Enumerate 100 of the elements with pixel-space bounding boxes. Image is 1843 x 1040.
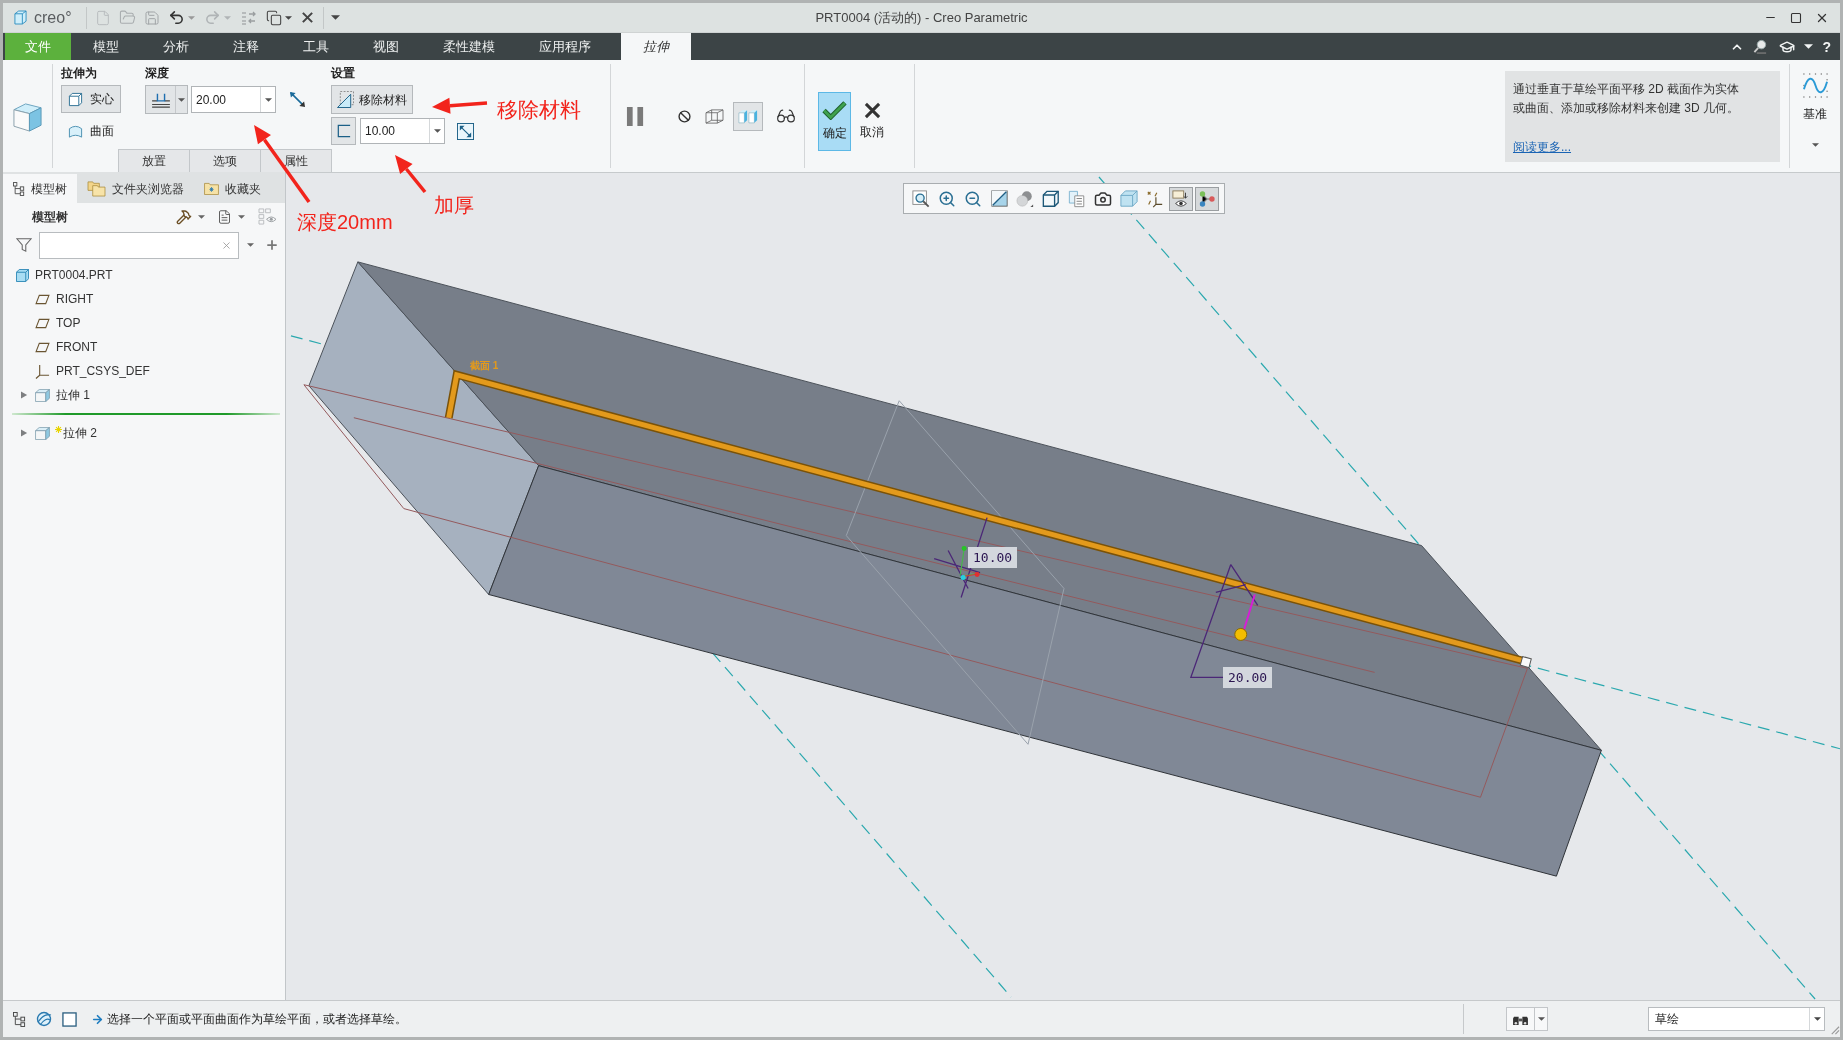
plane-icon (35, 293, 50, 305)
cube-icon (16, 268, 29, 282)
window-square-icon[interactable] (62, 1011, 77, 1027)
caret-icon[interactable] (264, 97, 272, 102)
depth-field[interactable]: 20.00 (191, 86, 276, 113)
remove-material-icon (337, 91, 354, 108)
menu-tab[interactable]: 分析 (141, 33, 211, 60)
panel-tab[interactable]: 模型树 (3, 174, 77, 203)
hammer-icon[interactable] (176, 208, 192, 225)
read-more-link[interactable]: 阅读更多... (1513, 138, 1571, 156)
screen-eye-icon (1172, 189, 1190, 208)
annotation-display-button[interactable] (1169, 186, 1193, 211)
extrude-type-toggle[interactable]: 曲面 (61, 117, 121, 145)
caret-icon[interactable] (238, 214, 245, 219)
tree-nodes-icon[interactable] (13, 1011, 26, 1027)
check-icon (822, 101, 847, 120)
cube-outline-icon (1042, 189, 1060, 208)
asterisk-icon (55, 426, 62, 433)
axes-icon (35, 363, 50, 379)
caret-icon[interactable] (247, 243, 254, 247)
cancel-button[interactable]: 取消 (856, 92, 888, 151)
undo-icon[interactable] (167, 9, 185, 26)
depth-type-dropdown[interactable] (145, 85, 188, 114)
arrow-right-icon (91, 1012, 104, 1026)
info-text: 通过垂直于草绘平面平移 2D 截面作为实体或曲面、添加或移除材料来创建 3D 几何。 (1513, 81, 1740, 117)
caret-icon[interactable] (1804, 44, 1814, 49)
panel-tab[interactable]: 放置 (118, 149, 190, 172)
menu-tab[interactable]: 工具 (281, 33, 351, 60)
ok-button[interactable]: 确定 (818, 92, 851, 151)
end-handle-icon[interactable] (1519, 656, 1532, 669)
logo-text: creo° (34, 9, 72, 26)
spheres-icon (1016, 189, 1034, 208)
tree-item[interactable]: PRT0004.PRT (16, 263, 113, 287)
x-icon (863, 102, 881, 119)
annotation-arrow (395, 155, 427, 194)
menu-tab[interactable]: 拉伸 (621, 33, 691, 60)
search-icon[interactable] (1753, 39, 1769, 54)
extrude-type-toggle[interactable]: 实心 (61, 85, 121, 113)
tree-item[interactable]: PRT_CSYS_DEF (35, 359, 150, 383)
resize-grip-icon[interactable] (1829, 1024, 1840, 1035)
tree-item[interactable]: 拉伸 2 (21, 421, 97, 445)
drag-handle-icon[interactable] (1234, 627, 1248, 641)
expand-arrow-icon[interactable] (21, 391, 28, 399)
tree-item[interactable]: 拉伸 1 (21, 383, 90, 407)
help-button[interactable]: ? (1822, 39, 1831, 54)
caret-icon[interactable] (433, 129, 441, 133)
tree-item[interactable]: RIGHT (35, 287, 94, 311)
globe-icon[interactable] (36, 1011, 52, 1027)
tree-item[interactable]: TOP (35, 311, 81, 335)
status-message: 选择一个平面或平面曲面作为草绘平面，或者选择草绘。 (107, 1011, 407, 1028)
wave-icon[interactable] (1801, 72, 1829, 99)
menu-tab[interactable]: 注释 (211, 33, 281, 60)
curved-sheet-icon (68, 123, 83, 139)
dimension-value[interactable]: 20.00 (1223, 667, 1273, 688)
caret-icon[interactable] (330, 15, 340, 20)
filter-icon[interactable] (16, 237, 32, 253)
axes-icon (1146, 189, 1164, 208)
windows-icon[interactable] (265, 9, 282, 26)
group-label: 设置 (331, 65, 355, 81)
dimension-value[interactable]: 10.00 (968, 547, 1018, 568)
menu-tab[interactable]: 柔性建模 (421, 33, 517, 60)
caret-icon[interactable] (178, 97, 185, 102)
selection-filter-dropdown[interactable]: 草绘 (1648, 1007, 1825, 1031)
zoom-fit-icon (912, 189, 930, 208)
panel-tab[interactable]: 选项 (189, 149, 261, 172)
group-label: 深度 (145, 65, 169, 81)
tree-nodes-icon (13, 181, 25, 196)
tree-item[interactable]: FRONT (35, 335, 98, 359)
find-button[interactable] (1506, 1007, 1548, 1031)
caret-icon[interactable] (1813, 1017, 1821, 1021)
menu-tab[interactable]: 模型 (71, 33, 141, 60)
zoom-out-icon (964, 189, 982, 208)
annotation-text: 深度20mm (297, 212, 393, 232)
annotation-text: 移除材料 (497, 99, 581, 120)
thickness-field[interactable]: 10.00 (360, 118, 445, 144)
flip-side-icon[interactable] (457, 122, 474, 140)
pause-icon (625, 105, 645, 127)
star-folder-icon (204, 182, 219, 195)
document-list-icon[interactable] (217, 208, 232, 225)
close-window-icon[interactable] (300, 11, 314, 24)
caret-icon[interactable] (1811, 143, 1819, 147)
search-field[interactable] (39, 231, 239, 259)
plus-icon[interactable] (265, 238, 279, 252)
annotation-text: 加厚 (434, 195, 474, 215)
plane-icon (35, 341, 50, 353)
menu-tab[interactable]: 应用程序 (517, 33, 613, 60)
maximize-icon[interactable] (1790, 11, 1802, 24)
cube-icon (35, 388, 50, 402)
caret-icon[interactable] (284, 15, 292, 20)
wireframe-cube-icon (703, 107, 725, 125)
caret-icon[interactable] (198, 214, 205, 219)
thicken-toggle[interactable] (331, 117, 356, 145)
remove-material-toggle[interactable]: 移除材料 (331, 85, 413, 114)
panel-title: 模型树 (32, 208, 68, 226)
caret-icon[interactable] (1537, 1017, 1545, 1021)
menu-tab[interactable]: 视图 (351, 33, 421, 60)
nodes-button[interactable] (1195, 186, 1219, 211)
panel-tab[interactable]: 属性 (260, 149, 332, 172)
expand-arrow-icon[interactable] (21, 429, 28, 437)
flip-direction-icon[interactable] (289, 91, 306, 108)
